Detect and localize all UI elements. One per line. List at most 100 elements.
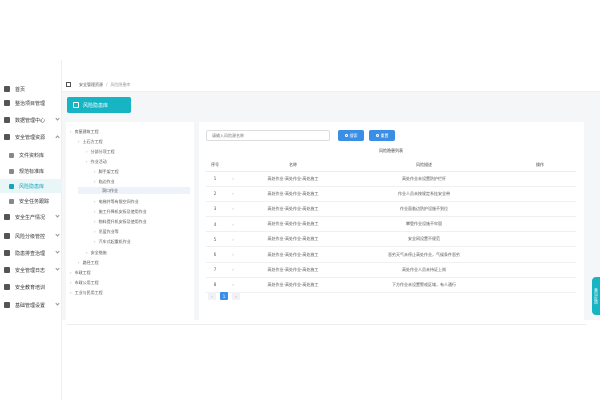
search-icon <box>344 134 348 137</box>
nav-item-home[interactable]: 首页 <box>0 82 62 96</box>
nav-item-safety-resources[interactable]: 安全管理资源 <box>0 130 62 144</box>
nav-label: 安全教育培训 <box>15 284 46 291</box>
nav-item-safety-log[interactable]: 安全管理日志 <box>0 263 62 277</box>
cell-no: 7 <box>206 262 224 278</box>
risk-table: 序号 名称 风险描述 操作 1 › 高处作业-高处作业-高处施工 高处作业未设置防护栏… <box>206 159 576 294</box>
page-title-tag: 风险隐患库 <box>67 97 131 113</box>
layers-icon <box>4 233 10 239</box>
prev-page-button[interactable]: ‹ <box>208 292 216 300</box>
tree-node[interactable]: 物料提升机安拆及使用作业 <box>94 219 147 225</box>
tree-node[interactable]: 吊篮作业等 <box>94 229 119 235</box>
page-title: 风险隐患库 <box>83 102 109 109</box>
database-icon <box>4 117 10 123</box>
nav-item-file-library[interactable]: 文件资料库 <box>0 148 62 162</box>
cell-action <box>504 186 576 202</box>
cell-no: 1 <box>206 171 224 187</box>
tree-node[interactable]: 土石方工程 <box>78 139 103 145</box>
next-page-button[interactable]: › <box>232 292 240 300</box>
cell-desc: 高处作业人员未持证上岗 <box>344 262 504 278</box>
file-icon <box>9 152 14 158</box>
nav-item-settings[interactable]: 基础管理设置 <box>0 298 62 312</box>
table-header-row: 序号 名称 风险描述 操作 <box>206 159 576 172</box>
chevron-down-icon <box>55 232 60 237</box>
table-row[interactable]: 1 › 高处作业-高处作业-高处施工 高处作业未设置防护栏杆 <box>206 171 576 187</box>
cell-name: 高处作业-高处作业-高处施工 <box>242 262 344 278</box>
chevron-down-icon <box>55 249 60 254</box>
header-no: 序号 <box>206 159 224 172</box>
chevron-down-icon <box>55 266 60 271</box>
nav-item-risk-library[interactable]: 风险隐患库 <box>0 179 62 193</box>
menu-toggle-icon[interactable] <box>66 82 71 87</box>
header-action: 操作 <box>504 159 576 172</box>
expand-icon[interactable]: › <box>224 171 242 187</box>
nav-item-data-center[interactable]: 数据管理中心 <box>0 113 62 127</box>
cell-name: 高处作业-高处作业-高处施工 <box>242 186 344 202</box>
cell-name: 高处作业-高处作业-高处施工 <box>242 171 344 187</box>
nav-item-standards[interactable]: 规范标准库 <box>0 164 62 178</box>
search-input[interactable] <box>206 130 330 141</box>
tree-node[interactable]: 市政公用工程 <box>70 280 99 286</box>
nav-item-education[interactable]: 安全教育培训 <box>0 280 62 294</box>
table-row[interactable]: 2 › 高处作业-高处作业-高处施工 作业人员未按规定系挂安全带 <box>206 186 576 202</box>
table-row[interactable]: 7 › 高处作业-高处作业-高处施工 高处作业人员未持证上岗 <box>206 262 576 278</box>
expand-icon[interactable]: › <box>224 262 242 278</box>
cell-desc: 恶劣天气未停止高处作业，气候条件恶劣 <box>344 246 504 263</box>
breadcrumb-current: 风险隐患库 <box>110 81 131 87</box>
page-number-current[interactable]: 1 <box>220 292 228 300</box>
tree-node[interactable]: 房屋建筑工程 <box>70 129 99 135</box>
nav-label: 首页 <box>15 86 26 93</box>
table-row[interactable]: 3 › 高处作业-高处作业-高处施工 作业面临边防护设施不到位 <box>206 201 576 218</box>
log-icon <box>4 267 10 273</box>
tree-node[interactable]: 工业与民用工程 <box>70 290 103 296</box>
divider <box>66 324 586 325</box>
refresh-icon <box>375 134 379 137</box>
cell-action <box>504 231 576 248</box>
breadcrumb-separator: / <box>106 82 108 87</box>
expand-icon[interactable]: › <box>224 231 242 248</box>
cell-action <box>504 277 576 294</box>
expand-icon[interactable]: › <box>224 186 242 202</box>
nav-item-task-tracking[interactable]: 安全任务跟踪 <box>0 194 62 208</box>
search-icon <box>4 250 10 256</box>
expand-icon[interactable]: › <box>224 201 242 218</box>
tree-node[interactable]: 脚手架工程 <box>94 169 119 175</box>
cell-action <box>504 201 576 218</box>
expand-icon[interactable]: › <box>224 246 242 263</box>
cell-desc: 攀登作业设施不牢固 <box>344 216 504 233</box>
table-row[interactable]: 4 › 高处作业-高处作业-高处施工 攀登作业设施不牢固 <box>206 216 576 233</box>
breadcrumb-item[interactable]: 安全管理资源 <box>79 82 103 88</box>
cell-action <box>504 246 576 263</box>
table-row[interactable]: 5 › 高处作业-高处作业-高处施工 安全网设置不规范 <box>206 231 576 248</box>
search-button[interactable]: 搜索 <box>338 130 364 141</box>
nav-item-projects[interactable]: 整治项目管理 <box>0 96 62 110</box>
tree-node[interactable]: 临边作业 <box>94 179 115 185</box>
expand-icon[interactable]: › <box>224 216 242 233</box>
table-row[interactable]: 6 › 高处作业-高处作业-高处施工 恶劣天气未停止高处作业，气候条件恶劣 <box>206 246 576 263</box>
tree-node[interactable]: 电梯井等有限空间作业 <box>94 199 139 205</box>
cell-desc: 下方作业未设置警戒区域，有人通行 <box>344 277 504 294</box>
warning-icon <box>9 183 14 189</box>
chevron-down-icon <box>55 213 60 218</box>
tree-node[interactable]: 分部分项工程 <box>86 149 115 155</box>
tree-node[interactable]: 汽车式起重机作业 <box>94 239 131 245</box>
reset-button-label: 重置 <box>380 132 389 138</box>
cell-name: 高处作业-高处作业-高处施工 <box>242 246 344 263</box>
cell-no: 6 <box>206 246 224 263</box>
breadcrumb: 安全管理资源 / 风险隐患库 <box>62 78 600 92</box>
nav-label: 隐患排查治理 <box>15 250 46 257</box>
nav-item-hazard-check[interactable]: 隐患排查治理 <box>0 246 62 260</box>
nav-item-risk-control[interactable]: 风险分级管控 <box>0 229 62 243</box>
tree-node[interactable]: 作业活动 <box>86 159 107 165</box>
nav-item-production[interactable]: 安全生产情况 <box>0 210 62 224</box>
tree-node[interactable]: 施工升降机安拆及使用作业 <box>94 209 147 215</box>
nav-label: 风险隐患库 <box>19 183 45 190</box>
cell-name: 高处作业-高处作业-高处施工 <box>242 216 344 233</box>
reset-button[interactable]: 重置 <box>369 130 395 141</box>
tree-node[interactable]: 市政工程 <box>70 270 91 276</box>
table-row[interactable]: 8 › 高处作业-高处作业-高处施工 下方作业未设置警戒区域，有人通行 <box>206 277 576 294</box>
tree-node-selected[interactable]: 洞口作业 <box>78 187 190 194</box>
tree-node[interactable]: 安全措施 <box>86 250 107 256</box>
expand-icon[interactable]: › <box>224 277 242 294</box>
feedback-float-button[interactable]: 意见反馈 <box>592 277 600 315</box>
tree-node[interactable]: 路径工程 <box>78 260 99 266</box>
